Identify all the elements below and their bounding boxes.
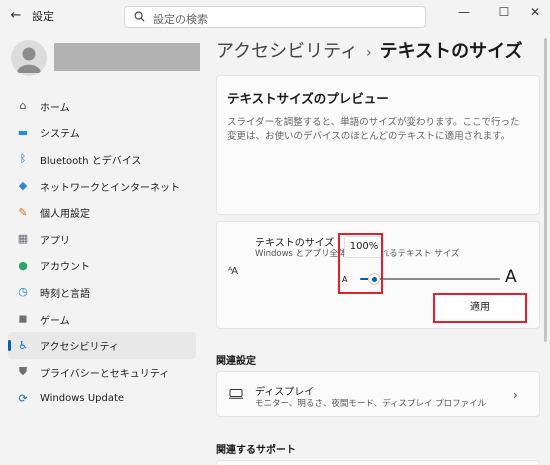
apply-button[interactable]: 適用 [433, 293, 527, 323]
account-icon: ● [18, 258, 28, 272]
sidebar-item-apps[interactable]: ▦ アプリ [8, 226, 196, 253]
windows-update-icon: ⟳ [18, 391, 28, 405]
sidebar-item-accessibility[interactable]: ♿ アクセシビリティ [8, 332, 196, 359]
text-size-card: ᴬA テキストのサイズ Windows とアプリ全体に表示されるテキスト サイズ… [216, 221, 540, 329]
system-icon: ▬ [17, 125, 29, 139]
display-description: モニター、明るさ、夜間モード、ディスプレイ プロファイル [255, 399, 487, 409]
display-title: ディスプレイ [255, 387, 315, 398]
search-icon [134, 11, 145, 22]
preview-text: スライダーを調整すると、単語のサイズが変わります。ここで行った変更は、お使いのデ… [227, 117, 520, 142]
display-icon [229, 389, 243, 399]
sidebar-item-privacy-shield[interactable]: ⛊ プライバシーとセキュリティ [8, 359, 196, 386]
sidebar-item-label: システム [40, 129, 80, 141]
privacy-shield-icon: ⛊ [18, 365, 28, 379]
sidebar-item-label: Windows Update [40, 393, 125, 405]
profile-name-redacted [54, 43, 200, 71]
related-settings-heading: 関連設定 [216, 356, 256, 367]
sidebar-item-network[interactable]: ◆ ネットワークとインターネット [8, 173, 196, 200]
sidebar-item-system[interactable]: ▬ システム [8, 120, 196, 147]
preview-card: テキストサイズのプレビュー スライダーを調整すると、単語のサイズが変わります。こ… [216, 75, 540, 215]
gaming-icon: ◼ [18, 312, 28, 326]
breadcrumb-parent[interactable]: アクセシビリティ [216, 41, 358, 62]
scrollbar-thumb[interactable] [544, 38, 547, 342]
avatar[interactable] [11, 40, 47, 76]
slider-max-label: A [505, 267, 517, 287]
sidebar-item-windows-update[interactable]: ⟳ Windows Update [8, 386, 196, 413]
sidebar-item-label: ホーム [40, 102, 70, 114]
breadcrumb-separator: › [366, 45, 372, 61]
minimize-button[interactable]: — [454, 4, 474, 20]
home-icon: ⌂ [19, 99, 27, 113]
sidebar-item-bluetooth[interactable]: ᛒ Bluetooth とデバイス [8, 146, 196, 173]
close-button[interactable]: ✕ [525, 4, 545, 20]
sidebar-item-account[interactable]: ● アカウント [8, 253, 196, 280]
sidebar-item-label: アクセシビリティ [40, 342, 119, 354]
bluetooth-icon: ᛒ [19, 152, 27, 166]
accessibility-icon: ♿ [18, 338, 28, 352]
search-placeholder: 設定の検索 [153, 13, 208, 26]
support-card[interactable] [216, 460, 540, 465]
sidebar-nav: ⌂ ホーム ▬ システム ᛒ Bluetooth とデバイス ◆ ネットワークとインターネット… [8, 93, 196, 412]
sidebar-item-label: ゲーム [40, 315, 70, 327]
display-row[interactable]: ディスプレイ モニター、明るさ、夜間モード、ディスプレイ プロファイル › [216, 371, 540, 417]
sidebar-item-label: 時刻と言語 [40, 288, 90, 300]
person-icon [17, 47, 41, 73]
apps-icon: ▦ [17, 232, 29, 246]
sidebar-item-label: アカウント [40, 262, 90, 274]
sidebar-item-label: 個人用設定 [40, 209, 90, 221]
network-icon: ◆ [18, 179, 28, 193]
back-arrow-icon[interactable]: ← [6, 6, 26, 26]
sidebar-item-label: Bluetooth とデバイス [40, 155, 142, 167]
sidebar-item-gaming[interactable]: ◼ ゲーム [8, 306, 196, 333]
breadcrumb: アクセシビリティ › テキストのサイズ [216, 37, 523, 63]
page-title: テキストのサイズ [379, 41, 523, 62]
app-title: 設定 [32, 10, 54, 23]
search-box[interactable]: 設定の検索 [124, 6, 426, 28]
sidebar-item-label: プライバシーとセキュリティ [40, 368, 170, 380]
sidebar-item-time-language[interactable]: ◷ 時刻と言語 [8, 279, 196, 306]
related-support-heading: 関連するサポート [216, 445, 296, 456]
sidebar-item-home[interactable]: ⌂ ホーム [8, 93, 196, 120]
sidebar-item-label: アプリ [40, 235, 70, 247]
maximize-button[interactable]: ☐ [494, 4, 514, 20]
sidebar-item-label: ネットワークとインターネット [40, 182, 180, 194]
highlight-box-slider [338, 233, 383, 294]
scrollbar[interactable] [544, 38, 548, 348]
time-language-icon: ◷ [18, 285, 28, 299]
sidebar-item-personalization[interactable]: ✎ 個人用設定 [8, 199, 196, 226]
chevron-right-icon: › [513, 388, 518, 402]
title-bar: ← 設定 設定の検索 — ☐ ✕ [0, 0, 550, 32]
preview-title: テキストサイズのプレビュー [227, 91, 389, 106]
text-size-icon: ᴬA [228, 266, 238, 277]
personalization-icon: ✎ [18, 205, 28, 219]
